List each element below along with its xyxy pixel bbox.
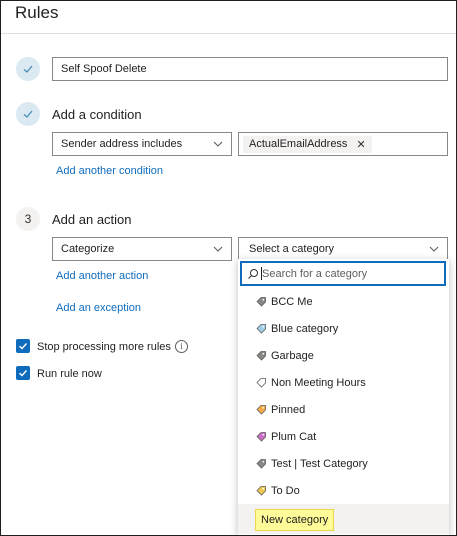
page-title: Rules <box>15 3 59 22</box>
category-dropdown-placeholder: Select a category <box>249 243 334 255</box>
tag-icon <box>256 297 266 307</box>
condition-dropdown-value: Sender address includes <box>61 138 183 150</box>
new-category-row[interactable]: New category <box>238 504 449 534</box>
step-2-complete-icon <box>16 102 40 126</box>
category-item[interactable]: To Do <box>238 477 449 504</box>
stop-processing-label: Stop processing more rules <box>37 341 171 353</box>
category-item[interactable]: BCC Me <box>238 288 449 315</box>
condition-value-input[interactable]: ActualEmailAddress ✕ <box>238 132 448 156</box>
category-item[interactable]: Test | Test Category <box>238 450 449 477</box>
action-dropdown[interactable]: Categorize <box>52 237 232 261</box>
category-item-label: BCC Me <box>271 295 313 308</box>
tag-icon <box>256 351 266 361</box>
rules-panel: Rules Self Spoof Delete Add a condition … <box>0 0 457 536</box>
category-item-label: Plum Cat <box>271 430 317 443</box>
category-item-label: Garbage <box>271 349 314 362</box>
chevron-down-icon <box>213 141 223 147</box>
tag-icon <box>256 432 266 442</box>
condition-heading: Add a condition <box>52 107 142 122</box>
category-item[interactable]: Pinned <box>238 396 449 423</box>
tag-icon <box>256 324 266 334</box>
tag-icon <box>256 459 266 469</box>
action-heading: Add an action <box>52 212 132 227</box>
tag-icon <box>256 405 266 415</box>
category-item-label: Blue category <box>271 322 339 335</box>
new-category-button[interactable]: New category <box>255 509 335 531</box>
stop-processing-checkbox[interactable] <box>16 339 30 353</box>
category-item-label: To Do <box>271 484 300 497</box>
header-divider <box>1 33 456 34</box>
condition-value-chip: ActualEmailAddress ✕ <box>243 135 372 153</box>
category-item-label: Pinned <box>271 403 306 416</box>
tag-icon <box>256 378 266 388</box>
action-dropdown-value: Categorize <box>61 243 115 255</box>
add-exception-link[interactable]: Add an exception <box>56 302 141 314</box>
search-icon <box>248 268 258 279</box>
run-rule-now-label: Run rule now <box>37 368 102 380</box>
tag-icon <box>256 486 266 496</box>
category-item[interactable]: Blue category <box>238 315 449 342</box>
category-menu: Search for a category BCC Me Blue categor… <box>238 259 449 535</box>
category-dropdown[interactable]: Select a category <box>238 237 448 261</box>
category-item[interactable]: Plum Cat <box>238 423 449 450</box>
add-another-condition-link[interactable]: Add another condition <box>56 165 163 177</box>
step-1-complete-icon <box>16 57 40 81</box>
chevron-down-icon <box>213 246 223 252</box>
condition-dropdown[interactable]: Sender address includes <box>52 132 232 156</box>
chip-label: ActualEmailAddress <box>249 138 348 150</box>
rule-name-input[interactable]: Self Spoof Delete <box>52 57 448 81</box>
category-search-input[interactable]: Search for a category <box>240 261 446 286</box>
step-3-number: 3 <box>16 207 40 231</box>
category-item[interactable]: Garbage <box>238 342 449 369</box>
category-item[interactable]: Non Meeting Hours <box>238 369 449 396</box>
info-icon[interactable]: i <box>175 340 188 353</box>
add-another-action-link[interactable]: Add another action <box>56 270 148 282</box>
category-item-label: Non Meeting Hours <box>271 376 366 389</box>
rule-name-value: Self Spoof Delete <box>61 63 147 75</box>
category-item-label: Test | Test Category <box>271 457 368 470</box>
chevron-down-icon <box>429 246 439 252</box>
remove-chip-icon[interactable]: ✕ <box>356 138 365 151</box>
category-search-placeholder: Search for a category <box>262 267 368 280</box>
run-rule-now-checkbox[interactable] <box>16 366 30 380</box>
